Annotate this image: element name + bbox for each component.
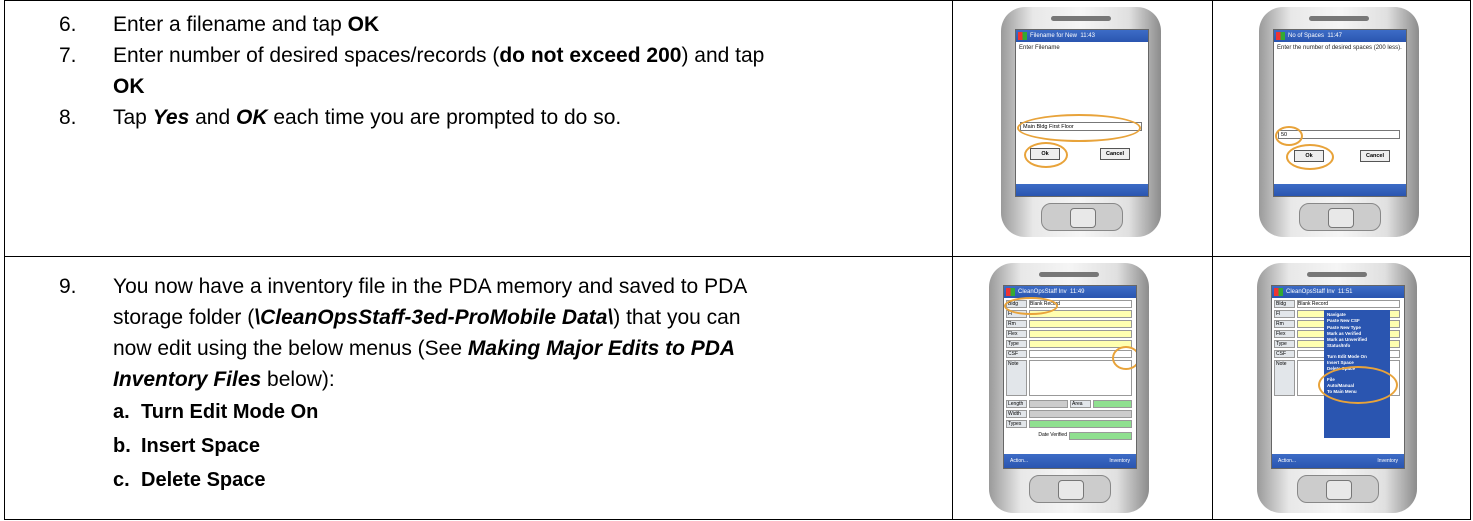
steps-cell-6-8: 6. Enter a filename and tap OK 7. Enter nu… (4, 0, 953, 257)
screenshot-filename-cell: Filename for New 11:43 Enter Filename Ma… (952, 0, 1213, 257)
pda-spaces-screenshot: No of Spaces 11:47 Enter the number of d… (1259, 7, 1419, 237)
subitem-delete-space: c. Delete Space (113, 469, 266, 491)
steps-cell-9: 9. You now have a inventory file in the P… (4, 256, 953, 520)
step-6: 6. Enter a filename and tap OK (59, 13, 380, 36)
subitem-turn-edit-mode-on: a. Turn Edit Mode On (113, 401, 319, 423)
step-7: 7. Enter number of desired spaces/records… (59, 44, 765, 98)
screenshot-record-cell: CleanOpsStaff Inv 11:49 Bldg Blank Record… (952, 256, 1213, 520)
pda-record-screenshot: CleanOpsStaff Inv 11:49 Bldg Blank Record… (989, 263, 1149, 513)
pda-menu-screenshot: CleanOpsStaff Inv 11:51 Bldg Blank Record… (1257, 263, 1417, 513)
screenshot-spaces-cell: No of Spaces 11:47 Enter the number of d… (1212, 0, 1471, 257)
step-9: 9. You now have a inventory file in the P… (59, 275, 748, 391)
screenshot-menu-cell: CleanOpsStaff Inv 11:51 Bldg Blank Record… (1212, 256, 1471, 520)
pda-filename-screenshot: Filename for New 11:43 Enter Filename Ma… (1001, 7, 1161, 237)
step-8: 8. Tap Yes and OK each time you are promp… (59, 106, 622, 129)
subitem-insert-space: b. Insert Space (113, 435, 260, 457)
instruction-table: 6. Enter a filename and tap OK 7. Enter nu… (4, 0, 1471, 520)
